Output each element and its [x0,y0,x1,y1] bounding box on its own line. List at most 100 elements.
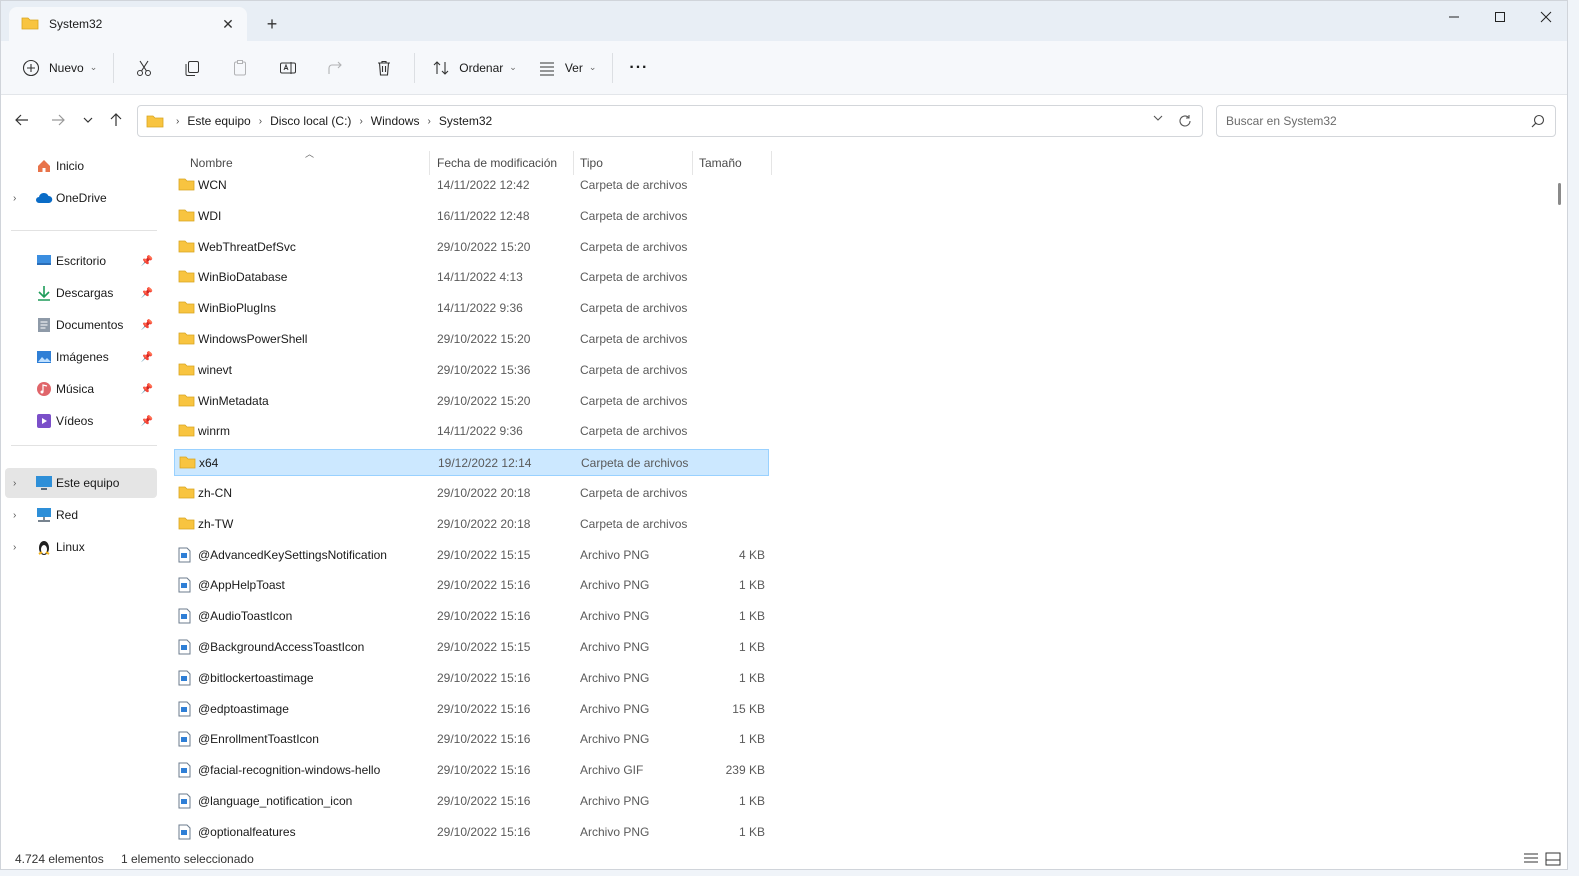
refresh-icon [1179,115,1191,127]
file-type: Carpeta de archivos [580,239,688,254]
breadcrumb-item[interactable]: System32 [439,114,492,128]
file-row[interactable]: @edptoastimage 29/10/2022 15:16 Archivo PN… [174,696,769,723]
chevron-right-icon[interactable]: › [13,542,16,553]
up-button[interactable] [105,109,127,131]
sidebar-item-musica[interactable]: Música 📌 [5,374,157,404]
file-row[interactable]: winevt 29/10/2022 15:36 Carpeta de archivo… [174,357,769,384]
file-row[interactable]: WebThreatDefSvc 29/10/2022 15:20 Carpeta d… [174,234,769,261]
view-button[interactable]: Ver ⌄ [527,50,607,86]
sidebar-item-descargas[interactable]: Descargas 📌 [5,278,157,308]
image-file-icon [178,762,194,778]
close-tab-icon[interactable]: ✕ [219,15,237,33]
file-list: ︿ Nombre Fecha de modificación Tipo Tama… [159,147,1551,843]
sort-icon [431,58,451,78]
sidebar-item-linux[interactable]: › Linux [5,532,157,562]
file-row[interactable]: WCN 14/11/2022 12:42 Carpeta de archivos [174,172,769,199]
selection-count: 1 elemento seleccionado [121,852,254,866]
file-row[interactable]: @AudioToastIcon 29/10/2022 15:16 Archivo P… [174,603,769,630]
new-tab-button[interactable]: + [261,13,283,35]
file-row[interactable]: @BackgroundAccessToastIcon 29/10/2022 15:… [174,634,769,661]
chevron-right-icon[interactable]: › [13,510,16,521]
file-row[interactable]: @AdvancedKeySettingsNotification 29/10/20… [174,542,769,569]
maximize-button[interactable] [1477,1,1523,33]
delete-button[interactable] [360,50,408,86]
chevron-right-icon: › [359,115,363,127]
file-size: 4 KB [738,547,765,562]
sort-label: Ordenar [459,60,504,75]
close-icon [1540,11,1552,23]
scrollbar-thumb[interactable] [1558,183,1561,205]
file-row[interactable]: @bitlockertoastimage 29/10/2022 15:16 Arch… [174,665,769,692]
rename-icon [280,61,297,74]
recent-locations-button[interactable] [77,109,99,131]
address-history-button[interactable] [1152,112,1164,127]
refresh-button[interactable] [1176,112,1194,130]
file-name: @BackgroundAccessToastIcon [198,640,365,654]
file-row[interactable]: @optionalfeatures 29/10/2022 15:16 Archivo… [174,819,769,843]
share-button[interactable] [312,50,360,86]
file-row[interactable]: WinBioPlugIns 14/11/2022 9:36 Carpeta de a… [174,295,769,322]
close-window-button[interactable] [1523,1,1567,33]
file-row[interactable]: WinBioDatabase 14/11/2022 4:13 Carpeta de … [174,264,769,291]
toolbar-divider [612,52,614,83]
file-row[interactable]: @AppHelpToast 29/10/2022 15:16 Archivo PNG… [174,572,769,599]
folder-icon [178,393,195,409]
details-view-button[interactable] [1522,851,1540,867]
file-type: Carpeta de archivos [580,516,688,531]
chevron-right-icon[interactable]: › [13,193,16,204]
column-divider[interactable] [771,151,772,175]
file-row[interactable]: @facial-recognition-windows-hello 29/10/2… [174,757,769,784]
paste-button[interactable] [216,50,264,86]
file-row[interactable]: winrm 14/11/2022 9:36 Carpeta de archivos [174,418,769,445]
file-row[interactable]: zh-CN 29/10/2022 20:18 Carpeta de archivos [174,480,769,507]
sidebar-item-videos[interactable]: Vídeos 📌 [5,406,157,436]
file-row[interactable]: zh-TW 29/10/2022 20:18 Carpeta de archivos [174,511,769,538]
share-icon [328,61,343,74]
address-bar[interactable]: › Este equipo › Disco local (C:) › Windo… [137,105,1203,137]
forward-button[interactable] [47,109,69,131]
back-button[interactable] [11,109,33,131]
cut-button[interactable] [120,50,168,86]
sidebar-item-red[interactable]: › Red [5,500,157,530]
file-row[interactable]: WDI 16/11/2022 12:48 Carpeta de archivos [174,203,769,230]
rename-button[interactable] [264,50,312,86]
search-input[interactable]: Buscar en System32 [1216,105,1556,137]
new-button[interactable]: Nuevo ⌄ [11,50,107,86]
file-name: @facial-recognition-windows-hello [198,763,381,778]
arrow-left-icon [15,114,28,126]
sidebar-item-este-equipo[interactable]: › Este equipo [5,468,157,498]
chevron-right-icon: › [427,115,431,127]
breadcrumb-item[interactable]: Este equipo [187,114,250,128]
file-row[interactable]: WinMetadata 29/10/2022 15:20 Carpeta de ar… [174,388,769,415]
breadcrumb-item[interactable]: Disco local (C:) [270,114,351,128]
file-row[interactable]: WindowsPowerShell 29/10/2022 15:20 Carpeta… [174,326,769,353]
file-type: Archivo PNG [580,547,650,562]
file-row[interactable]: @language_notification_icon 29/10/2022 15… [174,788,769,815]
pin-icon: 📌 [140,319,153,331]
sidebar-item-label: Inicio [56,159,85,173]
sidebar-item-documentos[interactable]: Documentos 📌 [5,310,157,340]
sidebar-item-label: Documentos [56,318,124,332]
minimize-button[interactable] [1431,1,1477,33]
tiles-view-button[interactable] [1544,851,1562,867]
breadcrumb-item[interactable]: Windows [371,114,420,128]
tab-system32[interactable]: System32 ✕ [9,7,247,41]
sidebar-item-inicio[interactable]: Inicio [5,151,157,181]
vertical-scrollbar[interactable] [1552,147,1567,843]
file-type: Archivo PNG [580,794,650,808]
copy-button[interactable] [168,50,216,86]
file-type: Archivo PNG [580,609,650,624]
search-placeholder: Buscar en System32 [1226,114,1337,128]
file-row[interactable]: @EnrollmentToastIcon 29/10/2022 15:16 Arch… [174,726,769,753]
more-options-button[interactable]: ··· [619,50,658,86]
file-name: zh-CN [198,486,233,500]
sort-button[interactable]: Ordenar ⌄ [421,50,527,86]
sidebar-item-imagenes[interactable]: Imágenes 📌 [5,342,157,372]
file-size: 239 KB [725,763,765,778]
file-row[interactable]: x64 19/12/2022 12:14 Carpeta de archivos [174,449,769,477]
sidebar-item-onedrive[interactable]: › OneDrive [5,183,157,213]
image-file-icon [178,608,194,624]
folder-icon [178,485,195,501]
chevron-right-icon[interactable]: › [13,478,16,489]
sidebar-item-escritorio[interactable]: Escritorio 📌 [5,246,157,276]
